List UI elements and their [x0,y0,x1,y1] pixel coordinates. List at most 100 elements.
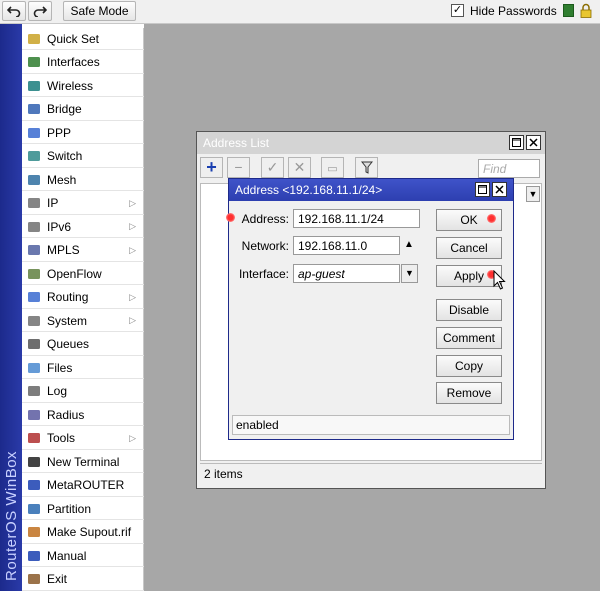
wireless-icon [25,79,43,93]
queues-icon [25,337,43,351]
ppp-icon [25,126,43,140]
sidebar-item-ipv6[interactable]: IPv6 ▷ [22,216,144,238]
sidebar-item-label: Files [47,360,73,375]
undo-icon [7,6,21,17]
sidebar-item-new-terminal[interactable]: New Terminal [22,451,144,473]
sidebar-item-tools[interactable]: Tools ▷ [22,428,144,450]
banner-text: RouterOS WinBox [3,450,20,581]
sidebar-item-label: System [47,313,88,328]
copy-button[interactable]: Copy [436,355,502,377]
enable-button[interactable]: ✓ [261,157,284,178]
submenu-arrow-icon: ▷ [129,221,136,231]
comment-toolbar-button[interactable]: ▭ [321,157,344,178]
comment-button[interactable]: Comment [436,327,502,349]
submenu-arrow-icon: ▷ [129,432,136,443]
sidebar-item-manual[interactable]: Manual [22,545,144,567]
interfaces-icon [25,55,43,69]
sidebar-item-label: Tools [47,431,76,445]
interface-dropdown-button[interactable]: ▼ [401,264,418,283]
sidebar-item-interfaces[interactable]: Interfaces [22,52,144,74]
sidebar-item-log[interactable]: Log [22,381,144,403]
sidebar-item-label: Bridge [47,102,82,116]
sidebar-item-metarouter[interactable]: MetaROUTER [22,475,144,497]
hide-passwords-checkbox[interactable]: ✓ [451,4,464,17]
network-label: Network: [241,239,289,253]
sidebar-menu: Quick Set Interfaces Wireless Bridge PPP Swit… [22,28,144,591]
filter-icon [360,161,373,174]
sidebar-item-label: Queues [47,337,90,351]
add-button[interactable]: + [200,157,223,178]
sidebar-item-label: Quick Set [47,31,100,46]
disable-button[interactable]: Disable [436,299,502,321]
sidebar-item-queues[interactable]: Queues [22,334,144,356]
collapse-arrow-icon[interactable]: ▲ [404,239,414,250]
sidebar-item-system[interactable]: System ▷ [22,310,144,332]
bridge-icon [25,102,43,116]
submenu-arrow-icon: ▷ [129,291,136,302]
sidebar-item-quick-set[interactable]: Quick Set [22,28,144,50]
undo-button[interactable] [2,1,26,21]
sidebar-item-label: Routing [47,290,89,304]
system-icon [25,314,43,328]
sidebar-item-exit[interactable]: Exit [22,569,144,591]
ip-icon [25,196,43,210]
address-field[interactable]: 192.168.11.1/24 [293,209,420,228]
dialog-close-button[interactable] [492,182,507,197]
submenu-arrow-icon: ▷ [129,197,136,208]
sidebar-item-partition[interactable]: Partition [22,498,144,520]
disable-toolbar-button[interactable]: ✕ [288,157,311,178]
interface-select[interactable]: ap-guest [293,264,400,283]
sidebar-item-ip[interactable]: IP ▷ [22,193,144,215]
log-icon [25,384,43,398]
sidebar-item-label: Partition [47,501,92,516]
column-chooser-button[interactable]: ▼ [526,186,540,202]
openflow-icon [25,267,43,281]
remove-toolbar-button[interactable]: − [227,157,250,178]
sidebar-item-label: Wireless [47,78,94,93]
remove-button[interactable]: Remove [436,382,502,404]
radius-icon [25,408,43,422]
sidebar-item-routing[interactable]: Routing ▷ [22,287,144,309]
find-input[interactable]: Find [478,159,540,178]
maximize-icon [478,185,487,194]
address-list-title: Address List [203,136,270,150]
comment-icon: ▭ [327,163,338,175]
sidebar-item-make-supout-rif[interactable]: Make Supout.rif [22,522,144,544]
sidebar-item-label: Make Supout.rif [47,525,132,539]
network-field[interactable]: 192.168.11.0 [293,236,400,255]
sidebar-item-bridge[interactable]: Bridge [22,99,144,121]
sidebar-item-wireless[interactable]: Wireless [22,75,144,97]
sidebar-item-switch[interactable]: Switch [22,146,144,168]
mpls-icon [25,243,43,257]
sidebar-item-mpls[interactable]: MPLS ▷ [22,240,144,262]
dialog-maximize-button[interactable] [475,182,490,197]
redo-button[interactable] [28,1,52,21]
sidebar-item-openflow[interactable]: OpenFlow [22,263,144,285]
sidebar-item-label: Radius [47,407,85,422]
maximize-button[interactable] [509,135,524,150]
close-icon [529,138,538,147]
check-icon: ✓ [266,159,279,175]
address-list-titlebar[interactable]: Address List [197,132,545,154]
sidebar-item-files[interactable]: Files [22,357,144,379]
mouse-cursor-icon [493,270,506,290]
sidebar-item-label: Exit [47,572,68,586]
switch-icon [25,149,43,163]
cancel-button[interactable]: Cancel [436,237,502,259]
safe-mode-button[interactable]: Safe Mode [63,1,136,21]
sidebar-item-ppp[interactable]: PPP [22,122,144,144]
cross-icon: ✕ [293,159,306,175]
terminal-icon [25,455,43,469]
address-dialog-titlebar[interactable]: Address <192.168.11.1/24> [229,179,513,201]
sidebar-item-label: Mesh [47,172,77,187]
sidebar-item-label: PPP [47,125,72,140]
close-button[interactable] [526,135,541,150]
filter-button[interactable] [355,157,378,178]
sidebar-item-mesh[interactable]: Mesh [22,169,144,191]
address-marker [226,213,235,222]
maximize-icon [512,138,521,147]
sidebar-item-radius[interactable]: Radius [22,404,144,426]
sidebar-item-label: MetaROUTER [47,478,125,492]
sidebar-item-label: MPLS [47,243,80,257]
top-toolbar: Safe Mode ✓ Hide Passwords [0,0,600,24]
